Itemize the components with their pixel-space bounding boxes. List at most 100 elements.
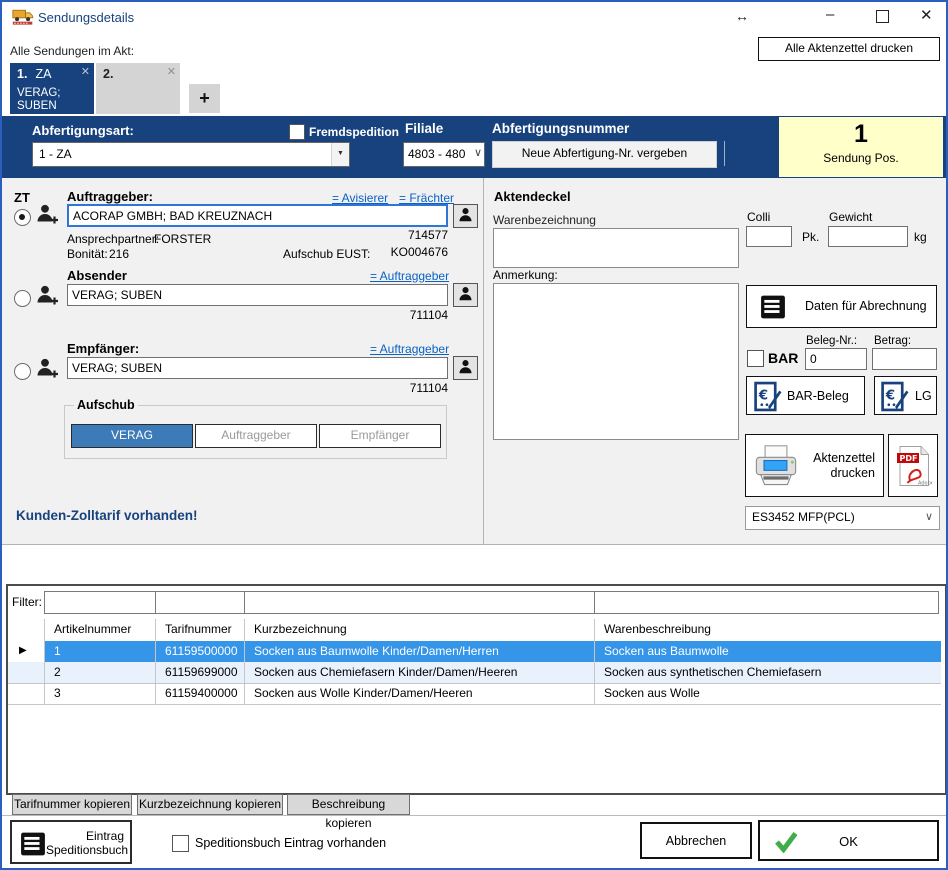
eintrag-speditionsbuch-button[interactable]: EintragSpeditionsbuch	[10, 820, 132, 864]
absender-auftraggeber-link[interactable]: = Auftraggeber	[370, 269, 449, 283]
auftraggeber-number: 714577	[67, 228, 448, 242]
copy-kurzbezeichnung-button[interactable]: Kurzbezeichnung kopieren	[137, 794, 283, 815]
bar-beleg-button[interactable]: € BAR-Beleg	[746, 376, 865, 415]
empfaenger-auftraggeber-link[interactable]: = Auftraggeber	[370, 342, 449, 356]
person-add-icon[interactable]	[36, 283, 60, 310]
absender-contact-button[interactable]	[453, 283, 478, 307]
abfertigungsart-value: 1 - ZA	[39, 147, 72, 161]
panel-divider	[483, 178, 484, 544]
person-add-icon[interactable]	[36, 356, 60, 383]
chevron-down-icon: ∨	[474, 146, 482, 159]
lg-label: LG	[915, 389, 932, 403]
column-header[interactable]: Kurzbezeichnung	[244, 619, 594, 641]
cell-kurzbezeichnung[interactable]: Socken aus Wolle Kinder/Damen/Heeren	[244, 683, 594, 704]
table-header-row: Artikelnummer Tarifnummer Kurzbezeichnun…	[8, 619, 941, 642]
empfaenger-input[interactable]	[67, 357, 448, 379]
banner-divider	[724, 141, 725, 166]
svg-text:€: €	[758, 389, 768, 404]
window-title: Sendungsdetails	[38, 10, 134, 25]
minimize-icon[interactable]: –	[826, 7, 834, 23]
combo-arrow-icon[interactable]: ▼	[331, 143, 349, 166]
print-all-aktenzettel-button[interactable]: Alle Aktenzettel drucken	[758, 37, 940, 61]
empfaenger-radio[interactable]	[14, 363, 31, 380]
pdf-icon: PDFAdobe	[896, 444, 932, 491]
filter-warenbeschreibung-input[interactable]	[594, 591, 939, 614]
tab-close-icon[interactable]: ✕	[167, 65, 176, 78]
printer-select[interactable]: ES3452 MFP(PCL) ∨	[745, 506, 940, 530]
auftraggeber-input[interactable]	[67, 204, 448, 227]
copy-tarifnummer-button[interactable]: Tarifnummer kopieren	[12, 794, 132, 815]
cell-kurzbezeichnung[interactable]: Socken aus Baumwolle Kinder/Damen/Herren	[244, 641, 594, 662]
filiale-dropdown[interactable]: 4803 - 480 ∨	[403, 142, 485, 167]
speditionsbuch-checkbox[interactable]	[172, 835, 189, 852]
daten-fuer-abrechnung-button[interactable]: Daten für Abrechnung	[746, 285, 937, 328]
row-selector-header	[8, 619, 44, 641]
filter-kurzbezeichnung-input[interactable]	[244, 591, 595, 614]
tabs-label: Alle Sendungen im Akt:	[10, 44, 134, 58]
table-row[interactable]: 3 61159400000 Socken aus Wolle Kinder/Da…	[8, 683, 941, 705]
empfaenger-contact-button[interactable]	[453, 356, 478, 380]
copy-beschreibung-button[interactable]: Beschreibung kopieren	[287, 794, 410, 815]
cell-artikelnummer[interactable]: 3	[44, 683, 155, 704]
warenbezeichnung-label: Warenbezeichnung	[493, 213, 596, 227]
colli-input[interactable]	[746, 226, 792, 247]
anmerkung-label: Anmerkung:	[493, 268, 558, 282]
absender-radio[interactable]	[14, 290, 31, 307]
abfertigung-banner: Abfertigungsart: 1 - ZA ▼ Fremdspedition…	[2, 116, 946, 178]
tab-close-icon[interactable]: ✕	[81, 65, 90, 78]
cell-warenbeschreibung[interactable]: Socken aus Wolle	[594, 683, 941, 704]
gewicht-input[interactable]	[828, 226, 908, 247]
cell-artikelnummer[interactable]: 1	[44, 641, 155, 662]
warenbezeichnung-textarea[interactable]	[493, 228, 739, 268]
anmerkung-textarea[interactable]	[493, 283, 739, 440]
auftraggeber-contact-button[interactable]	[453, 204, 478, 228]
auftraggeber-radio[interactable]	[14, 209, 31, 226]
abbrechen-button[interactable]: Abbrechen	[640, 822, 752, 859]
bar-checkbox[interactable]	[747, 350, 764, 367]
maximize-icon[interactable]	[876, 10, 889, 23]
person-add-icon[interactable]	[36, 202, 60, 229]
printer-icon	[752, 444, 800, 491]
abrechnung-label: Daten für Abrechnung	[805, 299, 927, 313]
cell-tarifnummer[interactable]: 61159400000	[155, 683, 244, 704]
panel-bottom-border	[2, 544, 946, 545]
truck-app-icon	[12, 8, 34, 29]
euro-receipt-icon: €	[753, 381, 783, 415]
avisierer-link[interactable]: = Avisierer	[332, 191, 388, 205]
column-header[interactable]: Warenbeschreibung	[594, 619, 941, 641]
chevron-down-icon: ∨	[925, 510, 933, 523]
ok-button[interactable]: OK	[758, 820, 939, 861]
aufschub-verag-button[interactable]: VERAG	[71, 424, 193, 448]
cell-artikelnummer[interactable]: 2	[44, 662, 155, 683]
cell-tarifnummer[interactable]: 61159500000	[155, 641, 244, 662]
cell-warenbeschreibung[interactable]: Socken aus Baumwolle	[594, 641, 941, 662]
table-row[interactable]: 2 61159699000 Socken aus Chemiefasern Ki…	[8, 662, 941, 684]
betrag-input[interactable]	[872, 348, 937, 370]
aktenzettel-drucken-button[interactable]: Aktenzettel drucken	[745, 434, 884, 497]
table-row[interactable]: ▶ 1 61159500000 Socken aus Baumwolle Kin…	[8, 641, 941, 663]
add-tab-button[interactable]: +	[189, 84, 220, 113]
neue-abfertigungsnr-button[interactable]: Neue Abfertigung-Nr. vergeben	[492, 141, 717, 168]
column-header[interactable]: Tarifnummer	[155, 619, 244, 641]
shipment-tab-1[interactable]: 1.ZA VERAG; SUBEN ✕	[10, 63, 94, 114]
abfertigungsart-dropdown[interactable]: 1 - ZA ▼	[32, 142, 350, 167]
shipment-tab-2[interactable]: 2. ✕	[96, 63, 180, 114]
resize-icon[interactable]: ↔	[735, 8, 749, 24]
cell-warenbeschreibung[interactable]: Socken aus synthetischen Chemiefasern	[594, 662, 941, 683]
aufschub-empfaenger-button[interactable]: Empfänger	[319, 424, 441, 448]
fremdspedition-checkbox[interactable]	[289, 124, 305, 140]
cell-tarifnummer[interactable]: 61159699000	[155, 662, 244, 683]
cell-kurzbezeichnung[interactable]: Socken aus Chemiefasern Kinder/Damen/Hee…	[244, 662, 594, 683]
close-icon[interactable]: ✕	[920, 8, 933, 24]
aufschub-auftraggeber-button[interactable]: Auftraggeber	[195, 424, 317, 448]
titlebar: Sendungsdetails ↔ – ✕	[2, 2, 946, 32]
absender-input[interactable]	[67, 284, 448, 306]
filter-tarifnummer-input[interactable]	[155, 591, 245, 614]
column-header[interactable]: Artikelnummer	[44, 619, 155, 641]
beleg-nr-input[interactable]	[805, 348, 867, 370]
fraechter-link[interactable]: = Frächter	[399, 191, 454, 205]
svg-text:PDF: PDF	[900, 454, 918, 463]
lg-button[interactable]: € LG	[874, 376, 937, 415]
filter-artikelnummer-input[interactable]	[44, 591, 156, 614]
pdf-button[interactable]: PDFAdobe	[888, 434, 938, 497]
